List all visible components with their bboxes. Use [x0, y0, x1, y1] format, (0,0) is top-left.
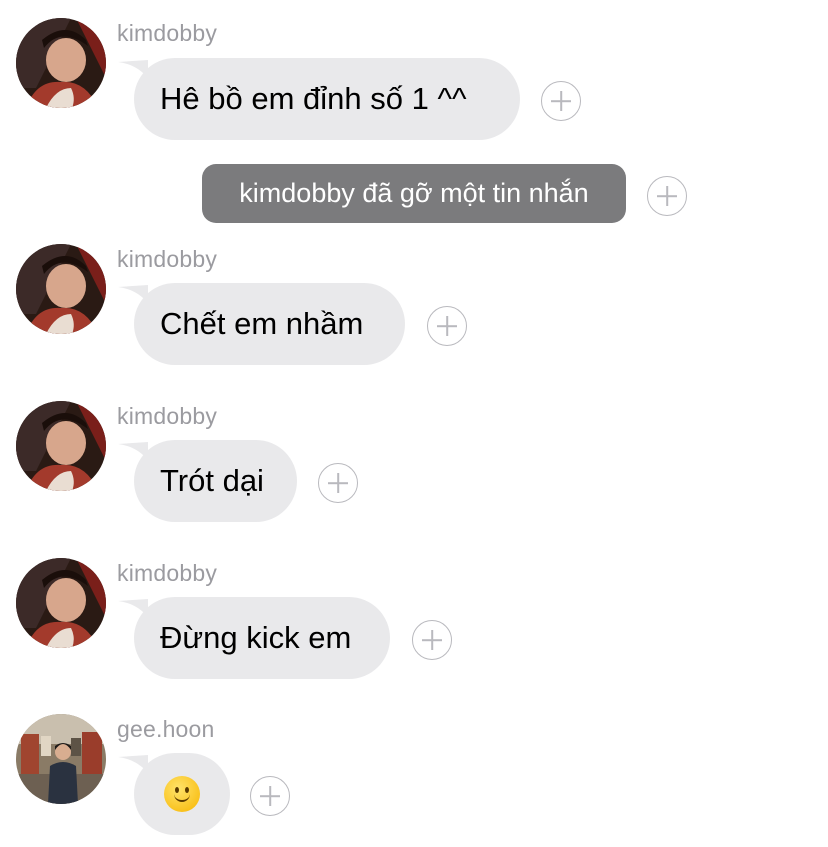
slightly-smiling-face-icon: [164, 776, 200, 812]
message-bubble[interactable]: Chết em nhầm: [134, 283, 405, 365]
avatar[interactable]: [16, 244, 106, 334]
message-text: Hê bồ em đỉnh số 1 ^^: [160, 81, 467, 116]
sender-name: kimdobby: [117, 246, 218, 272]
add-reaction-icon[interactable]: [318, 463, 358, 503]
message-text: Trót dại: [160, 463, 264, 498]
add-reaction-icon[interactable]: [250, 776, 290, 816]
kimdobby-avatar-image: [16, 401, 106, 491]
add-reaction-icon[interactable]: [541, 81, 581, 121]
system-text: kimdobby đã gỡ một tin nhắn: [239, 178, 589, 208]
add-reaction-icon[interactable]: [647, 176, 687, 216]
add-reaction-icon[interactable]: [427, 306, 467, 346]
sender-name: kimdobby: [117, 403, 218, 429]
kimdobby-avatar-image: [16, 558, 106, 648]
sender-name: kimdobby: [117, 560, 218, 586]
geehoon-avatar-image: [16, 714, 106, 804]
avatar[interactable]: [16, 558, 106, 648]
message-bubble[interactable]: Đừng kick em: [134, 597, 390, 679]
message-text: Chết em nhầm: [160, 306, 364, 341]
add-reaction-icon[interactable]: [412, 620, 452, 660]
sender-name: gee.hoon: [117, 716, 215, 742]
avatar[interactable]: [16, 18, 106, 108]
message-bubble[interactable]: [134, 753, 230, 835]
message-text: Đừng kick em: [160, 620, 352, 655]
avatar[interactable]: [16, 714, 106, 804]
kimdobby-avatar-image: [16, 244, 106, 334]
message-bubble[interactable]: Trót dại: [134, 440, 297, 522]
message-bubble[interactable]: Hê bồ em đỉnh số 1 ^^: [134, 58, 520, 140]
avatar[interactable]: [16, 401, 106, 491]
unsent-message-notice: kimdobby đã gỡ một tin nhắn: [202, 164, 626, 223]
sender-name: kimdobby: [117, 20, 218, 46]
kimdobby-avatar-image: [16, 18, 106, 108]
